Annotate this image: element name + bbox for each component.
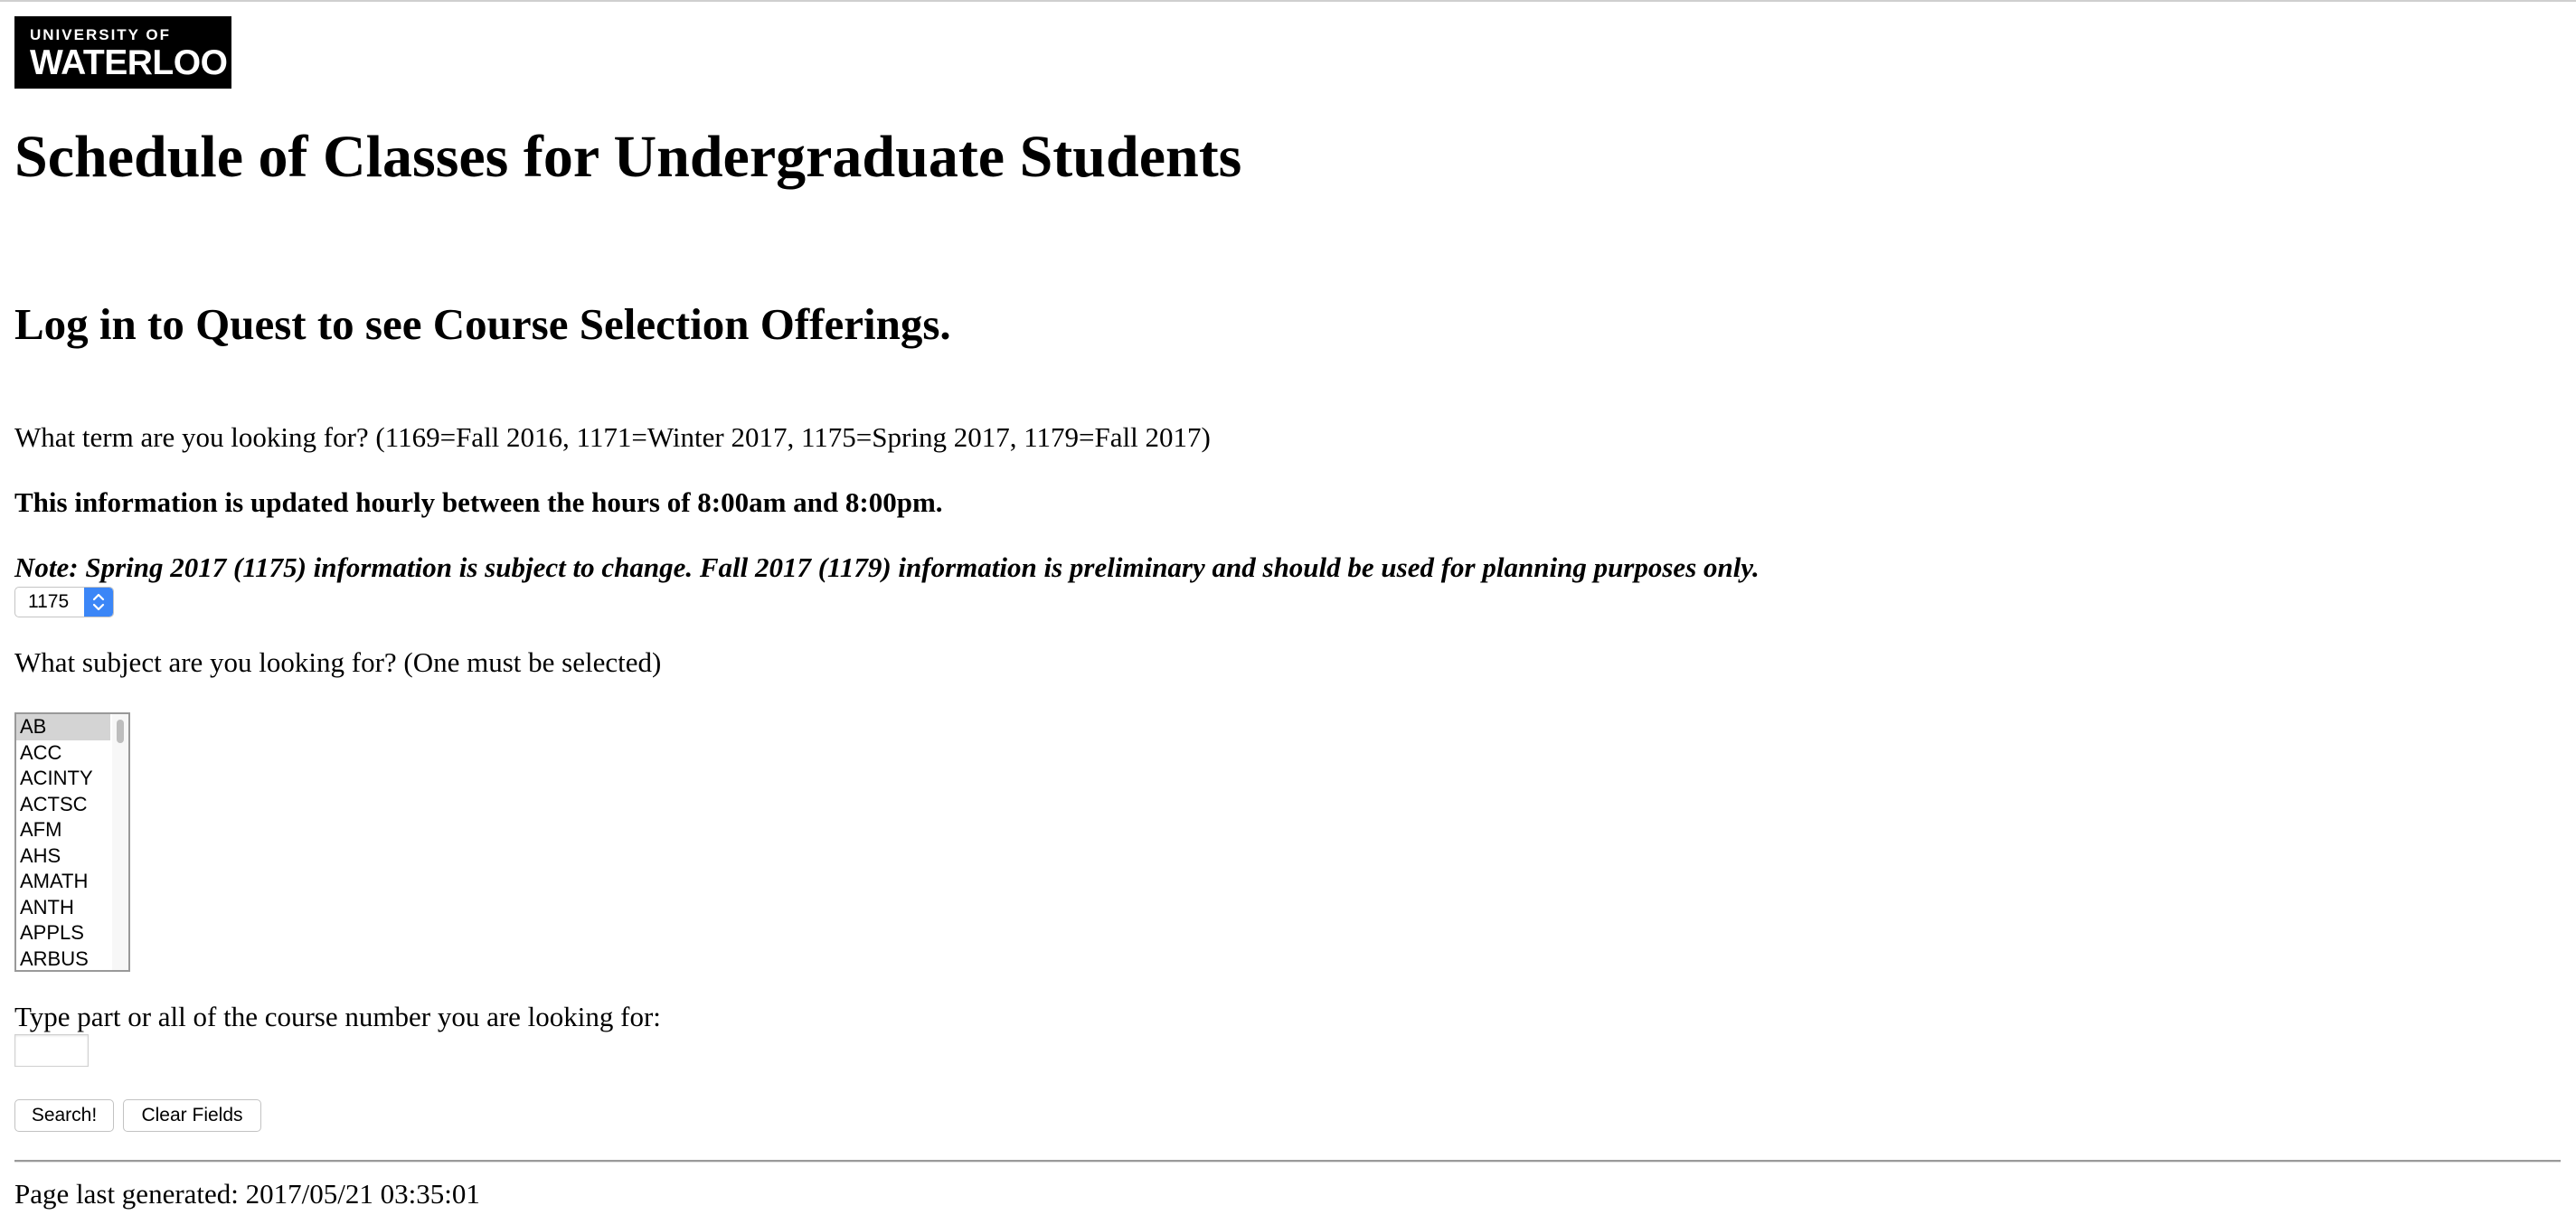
clear-fields-button[interactable]: Clear Fields [123, 1099, 261, 1132]
subject-option-ab[interactable]: AB [16, 714, 110, 740]
subject-option-appls[interactable]: APPLS [16, 920, 110, 947]
search-button[interactable]: Search! [14, 1099, 114, 1132]
subject-option-acc[interactable]: ACC [16, 740, 110, 767]
listbox-scroll-thumb[interactable] [117, 720, 124, 743]
course-number-input[interactable] [14, 1034, 89, 1067]
subject-option-ahs[interactable]: AHS [16, 843, 110, 870]
subject-question: What subject are you looking for? (One m… [14, 646, 662, 678]
logo-line-waterloo: WATERLOO [30, 43, 228, 82]
subject-option-amath[interactable]: AMATH [16, 869, 110, 895]
preliminary-note: Note: Spring 2017 (1175) information is … [14, 551, 1760, 583]
page-generated-timestamp: Page last generated: 2017/05/21 03:35:01 [14, 1178, 480, 1210]
login-heading: Log in to Quest to see Course Selection … [14, 299, 951, 349]
subject-option-anth[interactable]: ANTH [16, 895, 110, 921]
subject-option-acinty[interactable]: ACINTY [16, 766, 110, 792]
listbox-scrollbar[interactable] [112, 714, 128, 970]
term-question: What term are you looking for? (1169=Fal… [14, 421, 1211, 453]
term-select-value: 1175 [28, 591, 70, 612]
course-number-question: Type part or all of the course number yo… [14, 1001, 661, 1032]
footer-divider [14, 1160, 2561, 1163]
subject-listbox[interactable]: AB ACC ACINTY ACTSC AFM AHS AMATH ANTH APPLS ARBU… [14, 712, 130, 972]
subject-option-afm[interactable]: AFM [16, 817, 110, 843]
subject-option-actsc[interactable]: ACTSC [16, 792, 110, 818]
up-down-chevron-icon [84, 588, 113, 617]
subject-option-arbus[interactable]: ARBUS [16, 947, 110, 971]
university-logo: UNIVERSITY OF WATERLOO [14, 16, 231, 89]
term-select[interactable]: 1175 [14, 587, 114, 617]
page-title: Schedule of Classes for Undergraduate St… [14, 124, 1242, 190]
logo-line-university-of: UNIVERSITY OF [30, 26, 172, 43]
update-note: This information is updated hourly betwe… [14, 486, 943, 518]
